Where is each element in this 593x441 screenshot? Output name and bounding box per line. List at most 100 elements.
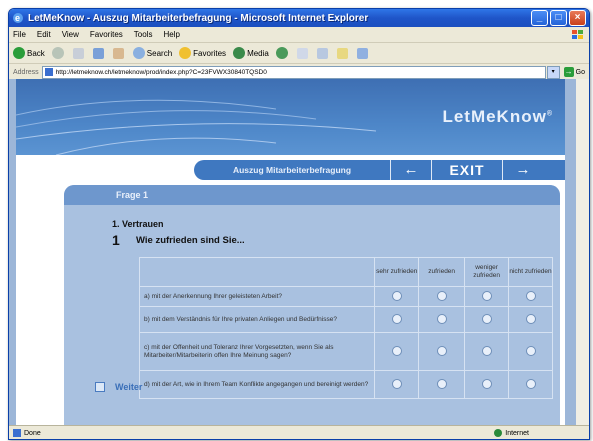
home-icon [112, 47, 124, 59]
svg-text:e: e [15, 13, 20, 23]
edit-button[interactable] [336, 47, 350, 59]
section-title: 1. Vertrauen [112, 219, 164, 229]
menu-tools[interactable]: Tools [134, 30, 153, 39]
radio-option[interactable] [436, 345, 447, 356]
go-button[interactable]: → Go [563, 67, 585, 77]
statement-text: c) mit der Offenheit und Toleranz Ihrer … [138, 332, 376, 371]
survey-title: Auszug Mitarbeiterbefragung [232, 165, 352, 175]
radio-option[interactable] [525, 345, 536, 356]
refresh-button[interactable] [92, 47, 106, 59]
security-zone: Internet [494, 429, 529, 437]
stop-button[interactable] [72, 47, 86, 59]
mail-icon [296, 47, 308, 59]
forward-button[interactable] [51, 47, 66, 59]
menu-view[interactable]: View [62, 30, 79, 39]
page-viewport: LetMeKnow® Auszug Mitarbeiterbefragung ←… [9, 79, 589, 425]
checkbox-icon [95, 382, 105, 392]
address-label: Address [13, 68, 39, 76]
home-button[interactable] [112, 47, 126, 59]
messenger-button[interactable] [356, 47, 370, 59]
title-bar: e LetMeKnow - Auszug Mitarbeiterbefragun… [9, 9, 589, 27]
exit-button[interactable]: EXIT [432, 162, 502, 178]
grid-header-row: sehr zufrieden zufrieden weniger zufried… [138, 257, 553, 287]
maximize-button[interactable]: □ [550, 10, 567, 26]
grid-corner [138, 257, 376, 287]
window-title: LetMeKnow - Auszug Mitarbeiterbefragung … [28, 12, 369, 24]
url-text: http://letmeknow.ch/letmeknow/prod/index… [55, 68, 267, 76]
radio-option[interactable] [525, 313, 536, 324]
rating-grid: sehr zufrieden zufrieden weniger zufried… [138, 257, 553, 399]
forward-arrow-icon [51, 47, 64, 59]
mail-button[interactable] [296, 47, 310, 59]
edit-icon [336, 47, 348, 59]
history-button[interactable] [275, 47, 290, 59]
radio-option[interactable] [481, 378, 492, 389]
close-button[interactable]: × [569, 10, 586, 26]
column-header: nicht zufrieden [508, 257, 553, 287]
zone-label: Internet [505, 429, 529, 437]
search-icon [132, 47, 145, 59]
weiter-button[interactable]: Weiter [95, 382, 142, 392]
ie-logo-icon: e [13, 13, 23, 23]
statement-text: d) mit der Art, wie in Ihrem Team Konfli… [138, 370, 376, 399]
column-header: zufrieden [418, 257, 466, 287]
refresh-icon [92, 47, 104, 59]
url-input[interactable]: http://letmeknow.ch/letmeknow/prod/index… [41, 65, 546, 79]
table-row: b) mit dem Verständnis für Ihre privaten… [138, 306, 553, 333]
next-arrow-button[interactable]: → [503, 161, 543, 179]
browser-window: e LetMeKnow - Auszug Mitarbeiterbefragun… [8, 8, 590, 440]
print-button[interactable] [316, 47, 330, 59]
page-done-icon [13, 429, 21, 437]
go-arrow-icon: → [563, 67, 574, 77]
radio-option[interactable] [436, 290, 447, 301]
back-arrow-icon [13, 47, 25, 59]
search-button[interactable]: Search [132, 47, 172, 59]
radio-option[interactable] [391, 290, 402, 301]
radio-option[interactable] [525, 378, 536, 389]
messenger-icon [356, 47, 368, 59]
media-button[interactable]: Media [233, 47, 269, 59]
minimize-button[interactable]: _ [531, 10, 548, 26]
brand-logo: LetMeKnow® [442, 107, 553, 126]
radio-option[interactable] [436, 313, 447, 324]
question-header: Frage 1 [64, 185, 560, 205]
radio-option[interactable] [481, 313, 492, 324]
back-button[interactable]: Back [13, 47, 45, 59]
windows-logo-icon [572, 29, 583, 39]
statement-text: b) mit dem Verständnis für Ihre privaten… [138, 306, 376, 333]
media-icon [233, 47, 246, 59]
table-row: a) mit der Anerkennung Ihrer geleisteten… [138, 286, 553, 307]
site-header: LetMeKnow® [16, 79, 565, 155]
radio-option[interactable] [481, 345, 492, 356]
statement-text: a) mit der Anerkennung Ihrer geleisteten… [138, 286, 376, 307]
history-icon [275, 47, 288, 59]
print-icon [316, 47, 328, 59]
table-row: c) mit der Offenheit und Toleranz Ihrer … [138, 332, 553, 371]
column-header: sehr zufrieden [374, 257, 420, 287]
survey-nav-bar: Auszug Mitarbeiterbefragung ← EXIT → [194, 160, 565, 180]
radio-option[interactable] [391, 313, 402, 324]
weiter-label: Weiter [115, 382, 143, 392]
menu-file[interactable]: File [13, 30, 26, 39]
radio-option[interactable] [391, 378, 402, 389]
radio-option[interactable] [391, 345, 402, 356]
page-icon [44, 68, 53, 76]
survey-page: LetMeKnow® Auszug Mitarbeiterbefragung ←… [16, 79, 565, 425]
previous-button[interactable]: ← [391, 161, 431, 179]
radio-option[interactable] [481, 290, 492, 301]
internet-globe-icon [494, 429, 503, 437]
star-icon [179, 47, 192, 59]
status-bar: Done Internet [9, 425, 589, 439]
toolbar: Back Search Favorites Media [9, 43, 589, 64]
question-number: 1 [112, 232, 120, 248]
address-dropdown-button[interactable]: ▾ [546, 65, 560, 79]
menu-bar: File Edit View Favorites Tools Help [9, 27, 589, 43]
radio-option[interactable] [436, 378, 447, 389]
radio-option[interactable] [525, 290, 536, 301]
question-text: Wie zufrieden sind Sie... [136, 235, 245, 246]
menu-help[interactable]: Help [163, 30, 179, 39]
menu-edit[interactable]: Edit [37, 30, 51, 39]
menu-favorites[interactable]: Favorites [90, 30, 123, 39]
favorites-button[interactable]: Favorites [179, 47, 226, 59]
vertical-scrollbar[interactable] [576, 79, 589, 425]
